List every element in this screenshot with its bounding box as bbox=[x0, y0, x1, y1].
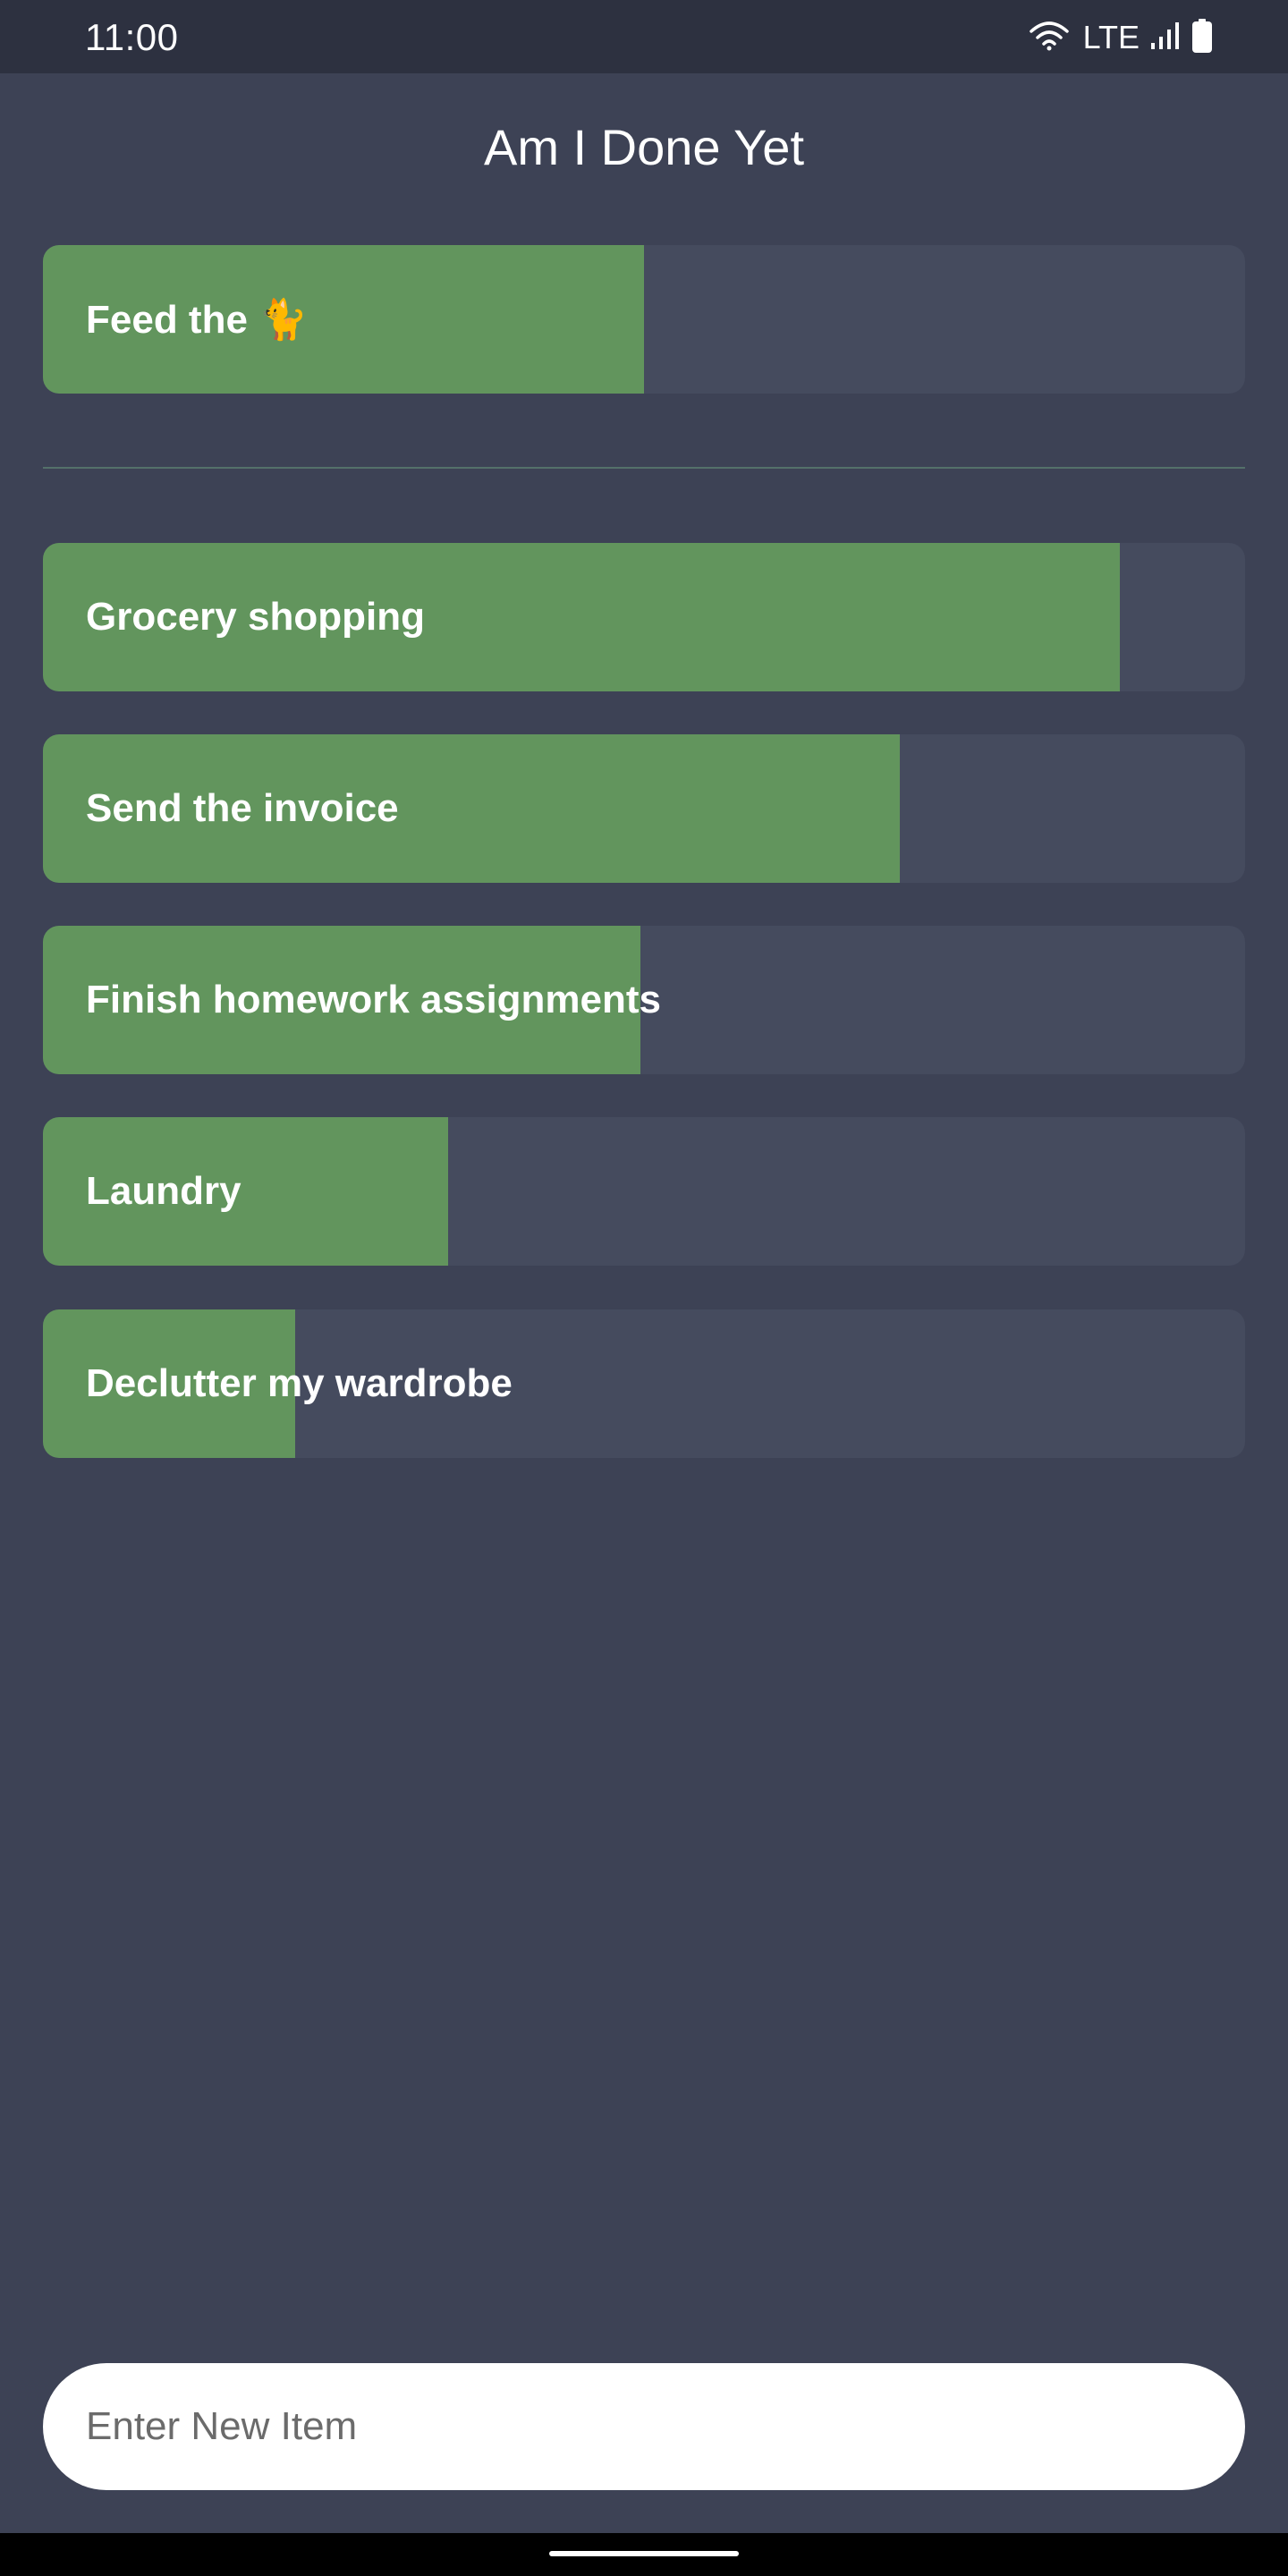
list-item[interactable]: Finish homework assignments bbox=[43, 926, 1245, 1074]
item-label: Finish homework assignments bbox=[86, 978, 662, 1021]
signal-icon bbox=[1150, 21, 1181, 55]
list-item[interactable]: Declutter my wardrobe bbox=[43, 1309, 1245, 1458]
item-label: Declutter my wardrobe bbox=[86, 1361, 513, 1405]
list-item[interactable]: Grocery shopping bbox=[43, 543, 1245, 691]
item-label: Feed the 🐈 bbox=[86, 298, 308, 342]
page-title: Am I Done Yet bbox=[483, 119, 804, 175]
new-item-input[interactable] bbox=[86, 2363, 1195, 2490]
new-item-field[interactable] bbox=[43, 2363, 1245, 2490]
list-item[interactable]: Send the invoice bbox=[43, 734, 1245, 883]
wifi-icon bbox=[1029, 21, 1069, 55]
status-time: 11:00 bbox=[85, 16, 179, 58]
navigation-bar bbox=[0, 2533, 1288, 2576]
item-label: Laundry bbox=[86, 1169, 242, 1213]
network-type-label: LTE bbox=[1082, 19, 1140, 55]
pinned-item[interactable]: Feed the 🐈 bbox=[43, 245, 1245, 394]
list-item[interactable]: Laundry bbox=[43, 1117, 1245, 1266]
status-bar: 11:00 LTE bbox=[0, 0, 1288, 73]
home-gesture-handle[interactable] bbox=[549, 2551, 739, 2556]
item-label: Send the invoice bbox=[86, 786, 399, 830]
divider bbox=[43, 467, 1245, 469]
battery-icon bbox=[1191, 18, 1213, 57]
status-icons: LTE bbox=[1029, 18, 1213, 57]
item-label: Grocery shopping bbox=[86, 595, 425, 639]
